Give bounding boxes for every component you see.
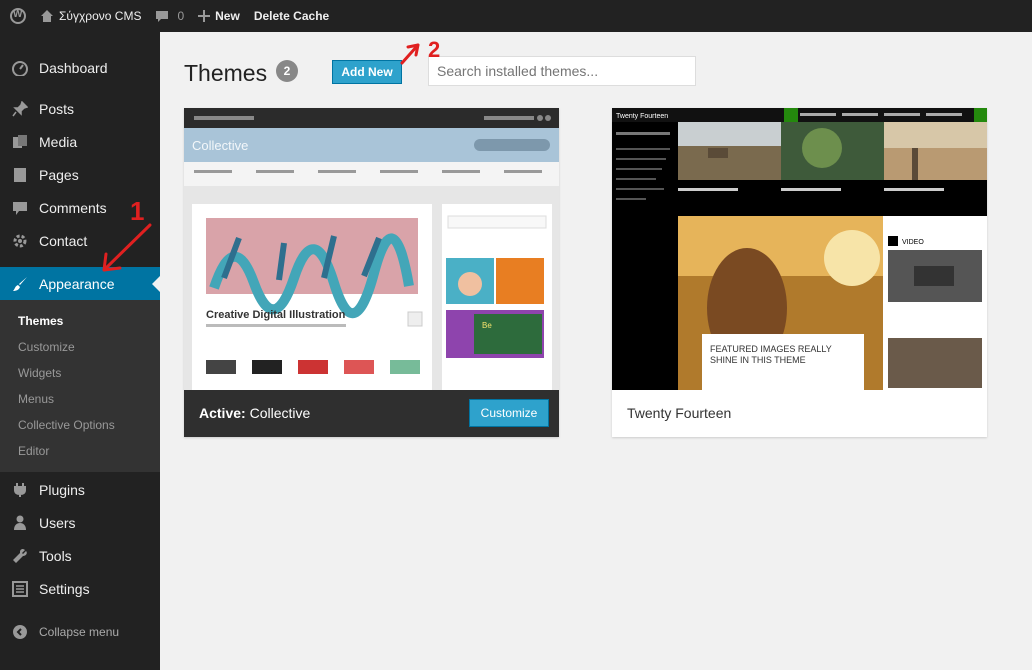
twentyfourteen-preview-site-title: Twenty Fourteen xyxy=(616,113,668,120)
annotation-arrow-2: 2 xyxy=(400,37,440,65)
sidebar-item-label: Contact xyxy=(39,233,88,249)
collapse-icon xyxy=(10,622,30,642)
sidebar-item-posts[interactable]: Posts xyxy=(0,92,160,126)
sidebar-item-users[interactable]: Users xyxy=(0,506,160,540)
theme-count-badge: 2 xyxy=(276,60,298,82)
comment-icon xyxy=(10,198,30,218)
theme-screenshot-collective[interactable]: Collective Creative Digital Illustration xyxy=(184,108,559,390)
sidebar-item-tools[interactable]: Tools xyxy=(0,539,160,573)
gear-icon xyxy=(10,231,30,251)
sidebar-item-label: Pages xyxy=(39,167,79,183)
comments-count: 0 xyxy=(177,9,185,23)
main-content: Themes 2 Add New 2 Collective xyxy=(160,32,1032,670)
sidebar-item-label: Settings xyxy=(39,581,90,597)
plug-icon xyxy=(10,480,30,500)
settings-icon xyxy=(10,579,30,599)
sidebar-collapse-menu[interactable]: Collapse menu xyxy=(0,615,160,649)
site-name-link[interactable]: Σύγχρονο CMS xyxy=(40,9,141,23)
annotation-arrow-1: 1 xyxy=(102,196,152,272)
sidebar-item-settings[interactable]: Settings xyxy=(0,572,160,606)
sidebar-item-label: Dashboard xyxy=(39,60,108,76)
sidebar-item-dashboard[interactable]: Dashboard xyxy=(0,51,160,85)
twentyfourteen-preview-video-label: VIDEO xyxy=(902,239,924,246)
admin-bar: Σύγχρονο CMS 0 New Delete Cache xyxy=(0,0,1032,32)
appearance-submenu: Themes Customize Widgets Menus Collectiv… xyxy=(0,300,160,472)
sidebar-item-label: Collapse menu xyxy=(39,625,120,639)
customize-button[interactable]: Customize xyxy=(469,399,549,427)
sidebar-item-label: Users xyxy=(39,515,76,531)
theme-name-twenty-fourteen: Twenty Fourteen xyxy=(627,405,732,421)
active-theme-name: Collective xyxy=(249,405,311,421)
admin-sidebar: Dashboard Posts Media Pages Comments Con… xyxy=(0,32,160,670)
theme-card-collective[interactable]: Collective Creative Digital Illustration xyxy=(184,108,559,437)
twentyfourteen-preview-featured-text: FEATURED IMAGES REALLY SHINE IN THIS THE… xyxy=(710,344,832,365)
search-themes-input[interactable] xyxy=(428,56,696,86)
page-title: Themes xyxy=(184,60,268,86)
submenu-item-collective-options[interactable]: Collective Options xyxy=(18,418,115,432)
comments-link[interactable]: 0 xyxy=(155,9,184,23)
dashboard-icon xyxy=(10,58,30,78)
annotation-number-1: 1 xyxy=(130,196,144,226)
sidebar-item-plugins[interactable]: Plugins xyxy=(0,473,160,507)
site-name: Σύγχρονο CMS xyxy=(59,9,142,23)
sidebar-item-label: Posts xyxy=(39,101,75,117)
add-new-button[interactable]: Add New xyxy=(332,60,402,84)
plus-icon xyxy=(198,10,211,22)
sidebar-item-label: Tools xyxy=(39,548,72,564)
submenu-item-editor[interactable]: Editor xyxy=(18,444,49,458)
theme-screenshot-twenty-fourteen[interactable]: Twenty Fourteen FEATURED IMAGES REALLY S… xyxy=(612,108,987,390)
wrench-icon xyxy=(10,546,30,566)
new-content-link[interactable]: New xyxy=(198,9,240,23)
sidebar-item-label: Media xyxy=(39,134,78,150)
collective-preview-feature-title: Creative Digital Illustration xyxy=(206,309,346,321)
wordpress-logo-icon[interactable] xyxy=(10,8,26,24)
submenu-item-customize[interactable]: Customize xyxy=(18,340,75,354)
svg-text:Be: Be xyxy=(482,321,492,330)
submenu-item-menus[interactable]: Menus xyxy=(18,392,54,406)
media-icon xyxy=(10,132,30,152)
home-icon xyxy=(41,10,53,22)
new-label: New xyxy=(215,9,240,23)
active-prefix: Active: xyxy=(199,405,246,421)
annotation-number-2: 2 xyxy=(428,37,440,62)
comment-bubble-icon xyxy=(156,10,169,22)
active-theme-label: Active: Collective xyxy=(199,405,310,421)
collective-preview-site-title: Collective xyxy=(192,138,248,153)
brush-icon xyxy=(10,274,30,294)
theme-card-twenty-fourteen[interactable]: Twenty Fourteen FEATURED IMAGES REALLY S… xyxy=(612,108,987,437)
submenu-item-themes[interactable]: Themes xyxy=(18,314,63,328)
pin-icon xyxy=(10,99,30,119)
sidebar-item-media[interactable]: Media xyxy=(0,125,160,159)
active-theme-bar: Active: Collective Customize xyxy=(184,390,559,437)
submenu-item-widgets[interactable]: Widgets xyxy=(18,366,61,380)
delete-cache-link[interactable]: Delete Cache xyxy=(254,9,329,23)
user-icon xyxy=(10,513,30,533)
pages-icon xyxy=(10,165,30,185)
sidebar-item-label: Plugins xyxy=(39,482,85,498)
